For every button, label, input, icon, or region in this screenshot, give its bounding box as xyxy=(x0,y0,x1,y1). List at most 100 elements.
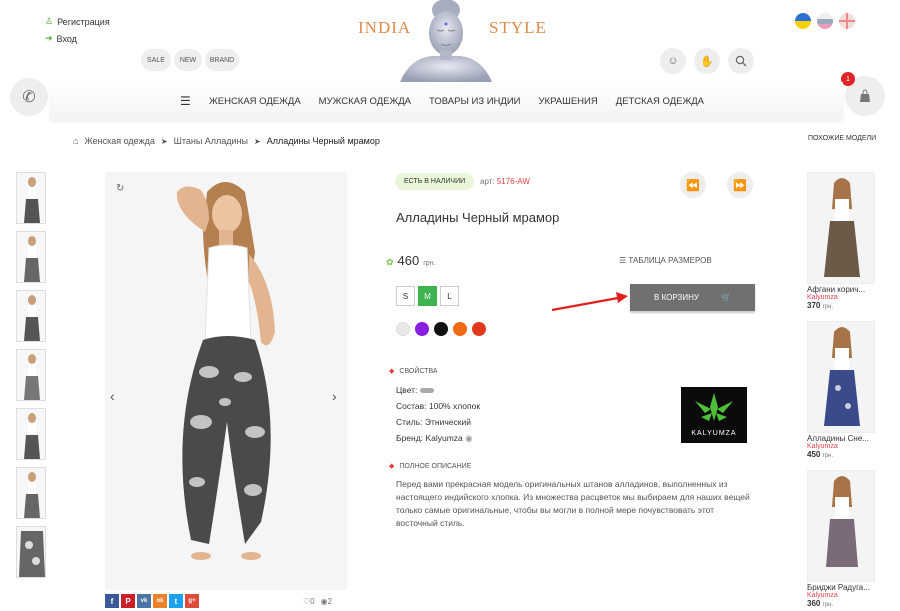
odnoklassniki-icon[interactable]: ok xyxy=(153,594,167,608)
hand-icon[interactable]: ✋ xyxy=(694,48,720,74)
prop-composition: Состав: 100% хлопок xyxy=(396,401,481,411)
head-profile-icon[interactable]: ☺ xyxy=(660,48,686,74)
zoom-icon[interactable]: ↻ xyxy=(116,183,124,194)
properties-list: Цвет: Состав: 100% хлопок Стиль: Этничес… xyxy=(396,382,480,446)
prop-brand: Бренд: Kalyumza ◉ xyxy=(396,433,473,443)
pinterest-icon[interactable]: P xyxy=(121,594,135,608)
brand-logo[interactable]: KALYUMZA xyxy=(681,387,747,443)
similar-product-price: 450 грн. xyxy=(807,450,834,459)
home-icon[interactable]: ⌂ xyxy=(73,136,78,146)
prop-style: Стиль: Этнический xyxy=(396,417,471,427)
similar-product-image[interactable] xyxy=(807,321,875,433)
brand-link[interactable]: Kalyumza xyxy=(425,433,462,443)
thumbnail[interactable] xyxy=(16,349,46,401)
similar-product-brand: Kalyumza xyxy=(807,443,838,450)
size-option-l[interactable]: L xyxy=(440,286,459,306)
phone-icon[interactable]: ✆ xyxy=(10,78,48,116)
thumbnail[interactable] xyxy=(16,526,46,578)
thumbnail-list xyxy=(16,172,46,585)
new-filter-button[interactable]: NEW xyxy=(174,49,202,71)
size-selector: S M L xyxy=(396,286,459,306)
similar-product-card[interactable]: Алладины Сне... Kalyumza 450 грн. xyxy=(807,321,875,459)
thumbnail[interactable] xyxy=(16,290,46,342)
rewind-icon: ⏪ xyxy=(686,179,700,192)
eye-icon: ◉ xyxy=(465,433,473,443)
prev-product-button[interactable]: ⏪ xyxy=(680,172,706,198)
similar-product-brand: Kalyumza xyxy=(807,294,838,301)
properties-title[interactable]: ◆ СВОЙСТВА xyxy=(389,367,438,376)
search-icon[interactable] xyxy=(728,48,754,74)
thumbnail[interactable] xyxy=(16,172,46,224)
similar-models-title: ПОХОЖИЕ МОДЕЛИ xyxy=(808,135,877,142)
next-product-button[interactable]: ⏩ xyxy=(727,172,753,198)
list-icon: ☰ xyxy=(619,256,627,265)
arrow-right-icon: ➤ xyxy=(254,136,261,146)
facebook-icon[interactable]: f xyxy=(105,594,119,608)
main-nav: ☰ ЖЕНСКАЯ ОДЕЖДА МУЖСКАЯ ОДЕЖДА ТОВАРЫ И… xyxy=(50,82,843,120)
twitter-icon[interactable]: t xyxy=(169,594,183,608)
product-main-image[interactable] xyxy=(105,172,347,590)
user-icon: ♙ xyxy=(45,16,54,26)
color-swatch[interactable] xyxy=(434,322,448,336)
login-link[interactable]: ➜ Вход xyxy=(45,30,110,47)
size-option-s[interactable]: S xyxy=(396,286,415,306)
thumbnail[interactable] xyxy=(16,467,46,519)
thumbnail[interactable] xyxy=(16,408,46,460)
add-to-cart-button[interactable]: В КОРЗИНУ 🛒 xyxy=(630,284,755,311)
menu-icon[interactable]: ☰ xyxy=(180,94,191,108)
diamond-icon: ◆ xyxy=(389,463,395,470)
thumbnail[interactable] xyxy=(16,231,46,283)
description-title[interactable]: ◆ ПОЛНОЕ ОПИСАНИЕ xyxy=(389,462,471,471)
next-image-chevron-icon[interactable]: › xyxy=(332,388,337,404)
product-price: ✿ 460 грн. xyxy=(386,253,436,268)
breadcrumb-current: Алладины Черный мрамор xyxy=(266,136,380,146)
russia-flag-icon[interactable] xyxy=(817,13,833,29)
color-selector xyxy=(396,322,486,336)
nav-item-kids[interactable]: ДЕТСКАЯ ОДЕЖДА xyxy=(616,96,704,107)
color-swatch[interactable] xyxy=(415,322,429,336)
leaf-icon: ✿ xyxy=(386,257,394,267)
sale-filter-button[interactable]: SALE xyxy=(141,49,171,71)
similar-product-image[interactable] xyxy=(807,470,875,582)
stock-badge: ЕСТЬ В НАЛИЧИИ xyxy=(395,173,475,190)
prev-image-chevron-icon[interactable]: ‹ xyxy=(110,388,115,404)
breadcrumb-aladdins[interactable]: Штаны Алладины xyxy=(174,136,248,146)
login-icon: ➜ xyxy=(45,33,53,43)
nav-item-men[interactable]: МУЖСКАЯ ОДЕЖДА xyxy=(319,96,411,107)
similar-product-image[interactable] xyxy=(807,172,875,284)
ukraine-flag-icon[interactable] xyxy=(795,13,811,29)
size-option-m[interactable]: M xyxy=(418,286,437,306)
nav-item-india-goods[interactable]: ТОВАРЫ ИЗ ИНДИИ xyxy=(429,96,521,107)
uk-flag-icon[interactable] xyxy=(839,13,855,29)
color-swatch[interactable] xyxy=(396,322,410,336)
google-plus-icon[interactable]: g+ xyxy=(185,594,199,608)
arrow-right-icon: ➤ xyxy=(160,136,168,146)
breadcrumb-women[interactable]: Женская одежда xyxy=(84,136,154,146)
similar-product-card[interactable]: Бриджи Радуга... Kalyumza 360 грн. xyxy=(807,470,875,608)
account-links: ♙ Регистрация ➜ Вход xyxy=(45,13,110,47)
similar-product-card[interactable]: Афгани корич... Kalyumza 370 грн. xyxy=(807,172,875,310)
similar-product-name[interactable]: Бриджи Радуга... xyxy=(807,583,875,592)
logo-text-right[interactable]: STYLE xyxy=(489,18,547,38)
breadcrumb: ⌂ Женская одежда ➤ Штаны Алладины ➤ Алла… xyxy=(73,136,380,146)
cart-count-badge: 1 xyxy=(841,72,855,86)
fast-forward-icon: ⏩ xyxy=(733,179,747,192)
buddha-logo-image[interactable] xyxy=(390,0,502,82)
counters: ♡0 ◉2 xyxy=(303,597,332,606)
diamond-icon: ◆ xyxy=(389,368,395,375)
register-link[interactable]: ♙ Регистрация xyxy=(45,13,110,30)
similar-product-price: 360 грн. xyxy=(807,599,834,608)
similar-product-name[interactable]: Алладины Сне... xyxy=(807,434,875,443)
brand-filter-button[interactable]: BRAND xyxy=(205,49,239,71)
size-table-link[interactable]: ☰ ТАБЛИЦА РАЗМЕРОВ xyxy=(619,256,712,265)
nav-item-women[interactable]: ЖЕНСКАЯ ОДЕЖДА xyxy=(209,96,301,107)
view-counter: ◉2 xyxy=(320,597,333,606)
nav-item-jewelry[interactable]: УКРАШЕНИЯ xyxy=(539,96,598,107)
color-swatch[interactable] xyxy=(453,322,467,336)
similar-product-name[interactable]: Афгани корич... xyxy=(807,285,875,294)
like-counter[interactable]: ♡0 xyxy=(303,597,315,606)
color-swatch[interactable] xyxy=(472,322,486,336)
vk-icon[interactable]: vk xyxy=(137,594,151,608)
product-title: Алладины Черный мрамор xyxy=(396,210,560,225)
product-description: Перед вами прекрасная модель оригинальны… xyxy=(396,479,750,528)
